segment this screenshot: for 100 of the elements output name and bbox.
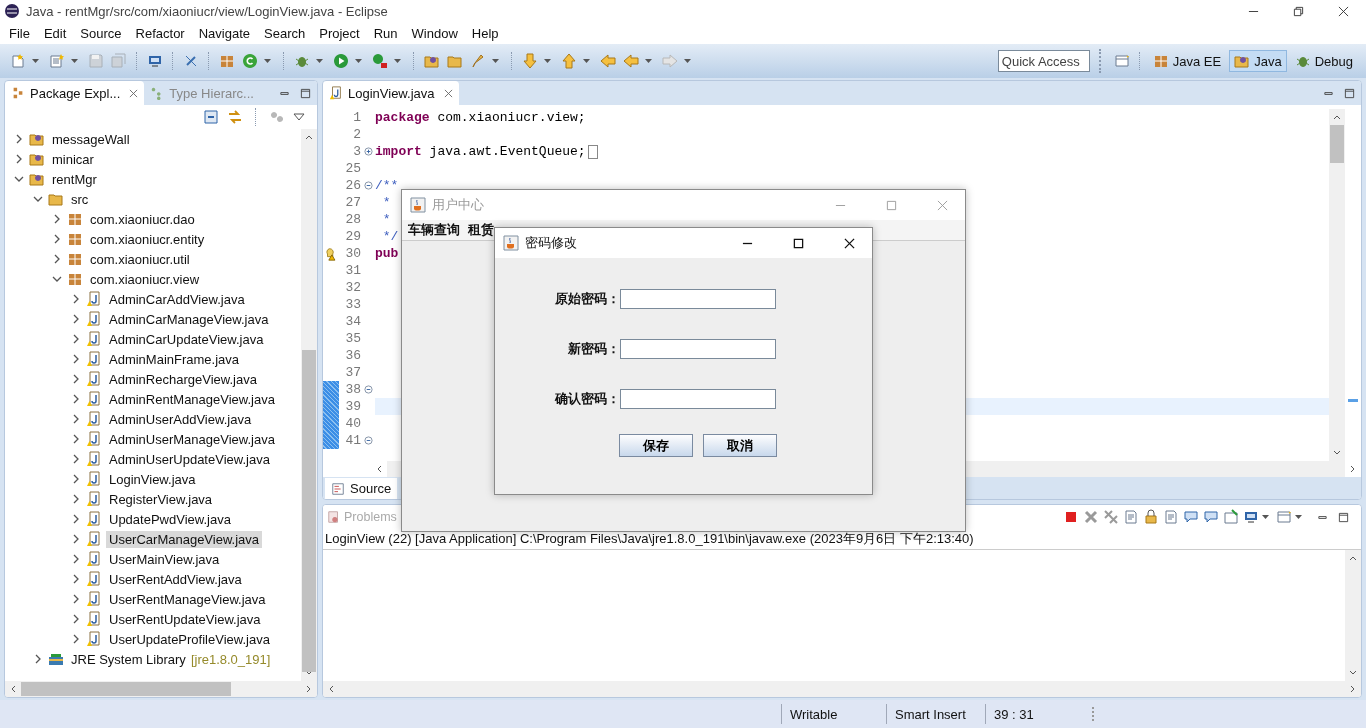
- source-tab[interactable]: Source: [325, 478, 398, 499]
- view-menu-icon[interactable]: [293, 113, 305, 121]
- dialog-button[interactable]: 取消: [703, 434, 777, 457]
- folded-code-marker[interactable]: [587, 144, 598, 159]
- tree-item[interactable]: UserRentAddView.java: [106, 570, 245, 588]
- link-editor-icon[interactable]: [227, 109, 243, 125]
- menu-item[interactable]: Help: [464, 23, 506, 43]
- caret-icon[interactable]: [684, 59, 691, 63]
- tree-item[interactable]: JRE System Library: [68, 650, 189, 668]
- tree-item[interactable]: src: [68, 190, 92, 208]
- java-file-icon: [86, 311, 102, 327]
- tree-item[interactable]: com.xiaoniucr.entity: [87, 230, 208, 248]
- line-number: 29: [344, 229, 361, 244]
- tree-item[interactable]: AdminUserUpdateView.java: [106, 450, 273, 468]
- run-tool-icon[interactable]: [372, 53, 388, 69]
- menu-item[interactable]: Search: [257, 23, 313, 43]
- caret-icon[interactable]: [355, 59, 362, 63]
- collapse-all-icon[interactable]: [203, 109, 219, 125]
- tree-item[interactable]: minicar: [49, 150, 97, 168]
- caret-icon[interactable]: [544, 59, 551, 63]
- tree-item[interactable]: rentMgr: [49, 170, 100, 188]
- menu-item[interactable]: Run: [366, 23, 405, 43]
- run-icon[interactable]: [333, 53, 349, 69]
- password-field[interactable]: [620, 389, 776, 409]
- refresh-icon[interactable]: [242, 53, 258, 69]
- tree-item[interactable]: AdminUserAddView.java: [106, 410, 255, 428]
- code-line: *: [381, 212, 391, 227]
- tree-item[interactable]: com.xiaoniucr.util: [87, 250, 193, 268]
- scrollbar-thumb[interactable]: [1330, 125, 1344, 163]
- menu-item[interactable]: Project: [312, 23, 367, 43]
- tree-item[interactable]: AdminUserManageView.java: [106, 430, 278, 448]
- caret-icon[interactable]: [316, 59, 323, 63]
- tree-item[interactable]: UserRentManageView.java: [106, 590, 269, 608]
- tree-item[interactable]: AdminRechargeView.java: [106, 370, 260, 388]
- field-label: 新密码：: [567, 340, 620, 358]
- password-field[interactable]: [620, 339, 776, 359]
- menu-item[interactable]: Navigate: [191, 23, 257, 43]
- editor-tab[interactable]: LoginView.java: [323, 81, 459, 105]
- perspective-button[interactable]: Java EE: [1147, 50, 1227, 72]
- perspective-button[interactable]: Java: [1229, 50, 1287, 72]
- caret-icon[interactable]: [264, 59, 271, 63]
- password-field[interactable]: [620, 289, 776, 309]
- code-line: */: [381, 229, 399, 244]
- pin-icon[interactable]: [1223, 509, 1239, 525]
- menu-item[interactable]: Window: [404, 23, 465, 43]
- remove-icon[interactable]: [1083, 509, 1099, 525]
- remove-all-icon[interactable]: [1103, 509, 1119, 525]
- caret-icon[interactable]: [71, 59, 78, 63]
- dialog-button[interactable]: 保存: [619, 434, 693, 457]
- stop-icon[interactable]: [1063, 509, 1079, 525]
- caret-icon[interactable]: [394, 59, 401, 63]
- collapse-icon[interactable]: [363, 181, 373, 190]
- quick-access-field[interactable]: Quick Access: [997, 50, 1090, 72]
- tree-item[interactable]: RegisterView.java: [106, 490, 216, 508]
- expand-icon[interactable]: [363, 147, 373, 156]
- field-label: 原始密码：: [554, 290, 620, 308]
- caret-icon[interactable]: [645, 59, 652, 63]
- tree-item[interactable]: com.xiaoniucr.view: [87, 270, 203, 288]
- tree-item[interactable]: AdminCarManageView.java: [106, 310, 272, 328]
- maximize-icon[interactable]: [1338, 511, 1349, 523]
- lock-icon[interactable]: [1143, 509, 1159, 525]
- tree-item[interactable]: messageWall: [49, 130, 133, 148]
- brush-icon[interactable]: [470, 53, 486, 69]
- scrollbar-thumb[interactable]: [302, 350, 316, 672]
- tree-item[interactable]: com.xiaoniucr.dao: [87, 210, 198, 228]
- tree-item[interactable]: UserRentUpdateView.java: [106, 610, 264, 628]
- monitor-icon[interactable]: [147, 53, 163, 69]
- menu-item[interactable]: Edit: [36, 23, 74, 43]
- overview-marker[interactable]: [1348, 399, 1358, 402]
- chat-icon[interactable]: [1203, 509, 1219, 525]
- tree-item[interactable]: AdminRentManageView.java: [106, 390, 278, 408]
- collapse-icon[interactable]: [363, 385, 373, 394]
- open-perspective-icon[interactable]: [1113, 53, 1130, 69]
- menu-item[interactable]: File: [2, 23, 37, 43]
- tree-item[interactable]: UserMainView.java: [106, 550, 223, 568]
- tree-item[interactable]: AdminCarAddView.java: [106, 290, 248, 308]
- caret-icon[interactable]: [32, 59, 39, 63]
- folder-icon[interactable]: [424, 53, 440, 69]
- chat-icon[interactable]: [1183, 509, 1199, 525]
- caret-icon[interactable]: [492, 59, 499, 63]
- menu-item[interactable]: Source: [73, 23, 129, 43]
- warning-icon[interactable]: [324, 246, 338, 261]
- view-tab[interactable]: Package Expl...: [5, 81, 145, 105]
- tree-item[interactable]: UpdatePwdView.java: [106, 510, 234, 528]
- java-file-icon: [86, 391, 102, 407]
- tree-item[interactable]: AdminCarUpdateView.java: [106, 330, 267, 348]
- monitor-icon[interactable]: [1243, 509, 1259, 525]
- java-file-icon: [86, 411, 102, 427]
- scrollbar-thumb[interactable]: [21, 682, 231, 696]
- tree-item[interactable]: LoginView.java: [106, 470, 199, 488]
- menu-item[interactable]: Refactor: [128, 23, 192, 43]
- perspective-button[interactable]: Debug: [1289, 50, 1358, 72]
- tree-item[interactable]: AdminMainFrame.java: [106, 350, 243, 368]
- caret-icon[interactable]: [583, 59, 590, 63]
- caret-icon[interactable]: [1262, 515, 1269, 519]
- tree-item[interactable]: UserUpdateProfileView.java: [106, 630, 273, 648]
- caret-icon[interactable]: [1295, 515, 1302, 519]
- collapse-icon[interactable]: [363, 436, 373, 445]
- java-file-icon: [86, 351, 102, 367]
- tree-item[interactable]: UserCarManageView.java: [106, 530, 263, 548]
